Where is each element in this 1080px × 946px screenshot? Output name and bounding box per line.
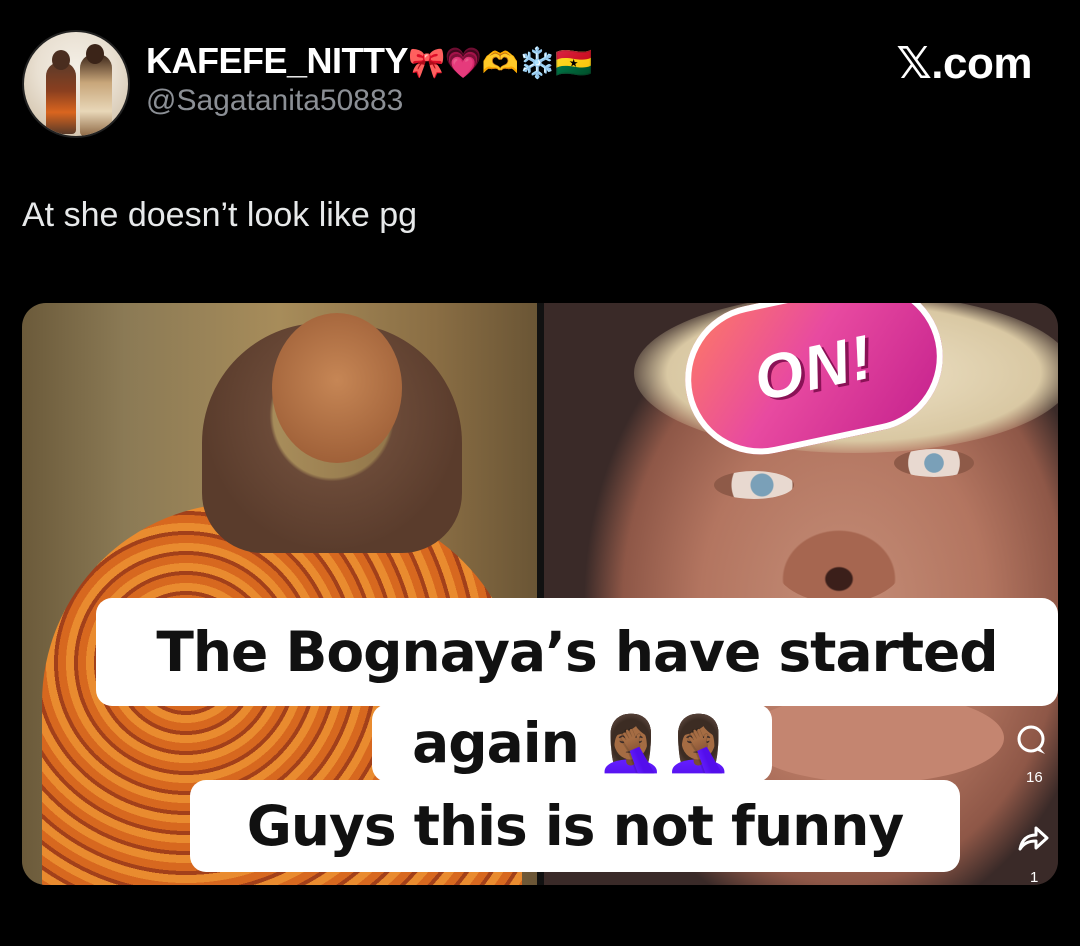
woman-face bbox=[272, 313, 402, 463]
caption-line-3: Guys this is not funny bbox=[190, 780, 960, 872]
lips bbox=[744, 693, 1004, 783]
left-eye bbox=[714, 471, 794, 499]
caption-line-1: The Bognaya’s have started bbox=[96, 598, 1058, 706]
caption-line-2: again 🤦🏾‍♀️🤦🏾‍♀️ bbox=[372, 704, 772, 782]
profile-avatar[interactable] bbox=[22, 30, 130, 138]
display-name-emojis: 🎀💗🫶❄️🇬🇭 bbox=[408, 47, 593, 80]
right-eye bbox=[894, 449, 974, 477]
share-arrow-icon[interactable] bbox=[1016, 823, 1050, 861]
avatar-head-left bbox=[52, 50, 70, 70]
display-name[interactable]: KAFEFE_NITTY🎀💗🫶❄️🇬🇭 bbox=[146, 40, 593, 82]
avatar-person-left bbox=[46, 62, 76, 134]
post-text: At she doesn’t look like pg bbox=[22, 196, 418, 234]
comment-bubble-icon[interactable] bbox=[1014, 723, 1050, 765]
display-name-text: KAFEFE_NITTY bbox=[146, 40, 409, 81]
user-handle[interactable]: @Sagatanita50883 bbox=[146, 84, 403, 118]
share-count: 1 bbox=[1030, 869, 1039, 885]
nose bbox=[774, 523, 904, 603]
brand-watermark: 𝕏.com bbox=[896, 39, 1032, 88]
avatar-head-right bbox=[86, 44, 104, 64]
avatar-person-right bbox=[80, 54, 112, 136]
comment-count: 16 bbox=[1026, 769, 1043, 786]
